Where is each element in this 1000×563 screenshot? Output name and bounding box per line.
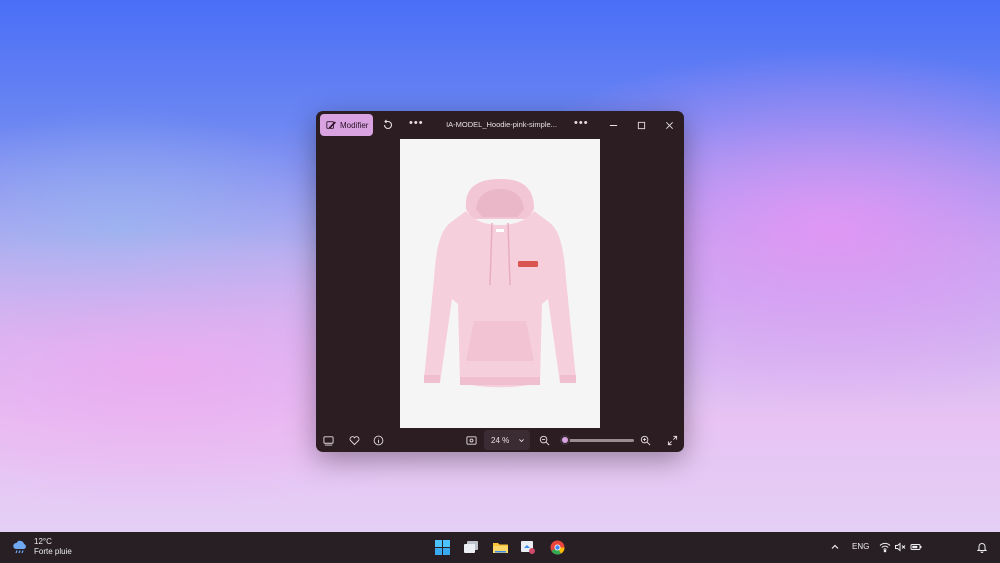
zoom-out-icon[interactable] [537, 433, 551, 447]
photo-canvas[interactable] [400, 139, 600, 428]
zoom-in-icon[interactable] [638, 433, 652, 447]
weather-description: Forte pluie [34, 547, 72, 556]
maximize-button[interactable] [634, 118, 648, 132]
language-indicator[interactable]: ENG [852, 542, 869, 551]
rotate-icon[interactable] [381, 118, 395, 132]
photos-window: Modifier ••• IA-MODEL_Hoodie-pink-simple… [316, 111, 684, 452]
zoom-value: 24 % [491, 435, 510, 445]
filmstrip-icon[interactable] [321, 433, 335, 447]
chevron-down-icon [519, 438, 525, 442]
file-explorer-button[interactable] [492, 539, 509, 556]
start-button[interactable] [434, 539, 451, 556]
title-bar: Modifier ••• IA-MODEL_Hoodie-pink-simple… [316, 111, 684, 139]
zoom-slider-thumb[interactable] [560, 435, 570, 445]
actual-size-icon[interactable] [464, 433, 478, 447]
snipping-tool-icon [521, 541, 535, 554]
task-view-icon [464, 541, 478, 553]
hoodie-photo [400, 139, 600, 428]
minimize-icon [609, 124, 617, 126]
task-view-button[interactable] [463, 539, 480, 556]
taskbar: 12°C Forte pluie ENG [0, 532, 1000, 563]
heart-icon[interactable] [347, 433, 361, 447]
close-button[interactable] [662, 118, 676, 132]
folder-icon [493, 543, 508, 553]
windows-logo-icon [435, 540, 450, 555]
weather-widget[interactable]: 12°C Forte pluie [12, 537, 72, 557]
zoom-slider-track[interactable] [560, 439, 634, 442]
zoom-dropdown[interactable]: 24 % [484, 430, 530, 450]
weather-temperature: 12°C [34, 537, 52, 546]
battery-icon[interactable] [910, 541, 922, 553]
notification-bell-icon[interactable] [976, 541, 988, 553]
title-more-button[interactable]: ••• [574, 117, 589, 129]
chrome-button[interactable] [549, 539, 566, 556]
maximize-icon [637, 121, 645, 129]
edit-image-icon [326, 121, 336, 129]
rain-cloud-icon [13, 540, 26, 554]
window-title: IA-MODEL_Hoodie-pink-simple... [446, 120, 557, 129]
wifi-icon[interactable] [879, 541, 891, 553]
bottom-toolbar: 24 % [316, 429, 684, 452]
info-icon[interactable] [371, 433, 385, 447]
chevron-up-icon[interactable] [829, 541, 841, 553]
more-options-button[interactable]: ••• [409, 117, 424, 129]
close-icon [665, 121, 673, 129]
chrome-icon [550, 540, 565, 555]
edit-button[interactable]: Modifier [320, 114, 373, 136]
photos-app-button[interactable] [520, 539, 537, 556]
minimize-button[interactable] [606, 118, 620, 132]
edit-button-label: Modifier [340, 120, 369, 130]
volume-muted-icon[interactable] [894, 541, 906, 553]
fullscreen-icon[interactable] [665, 433, 679, 447]
